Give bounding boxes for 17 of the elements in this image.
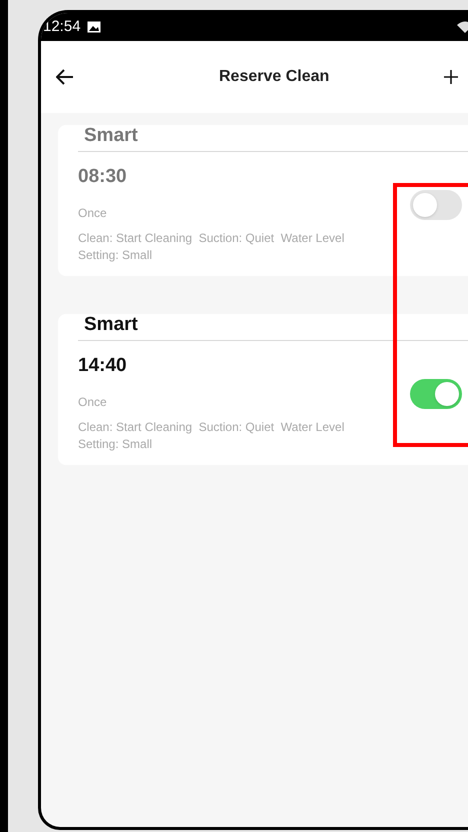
repeat-label: Once [78, 394, 108, 411]
status-time: 12:54 [43, 16, 81, 37]
schedule-mode: Smart [83, 314, 139, 336]
schedule-toggle[interactable] [410, 190, 462, 220]
back-arrow-icon [56, 69, 74, 85]
schedule-card[interactable]: Smart 08:30 Once Clean: Start Cleaning Suction: Quiet Water Level Setting: Small [58, 125, 468, 276]
plus-icon [443, 69, 460, 85]
repeat-label: Once [78, 205, 108, 222]
image-icon [86, 21, 101, 33]
schedule-time: 08:30 [78, 166, 128, 188]
page-title: Reserve Clean [219, 67, 330, 87]
schedule-toggle[interactable] [410, 379, 462, 409]
schedule-mode: Smart [83, 125, 139, 147]
schedule-card[interactable]: Smart 14:40 Once Clean: Start Cleaning Suction: Quiet Water Level Setting: Small [58, 314, 468, 465]
schedule-time: 14:40 [78, 355, 128, 377]
schedule-details: Clean: Start Cleaning Suction: Quiet Water Level Setting: Small [78, 230, 346, 264]
schedule-details: Clean: Start Cleaning Suction: Quiet Water Level Setting: Small [78, 419, 346, 453]
